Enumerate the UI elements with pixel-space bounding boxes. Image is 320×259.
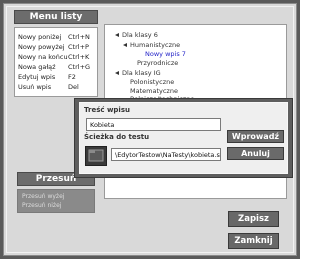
menu-item-shortcut: Ctrl+G (68, 63, 91, 71)
test-path-input[interactable]: \EdytorTestow\NaTesty\kobieta.skt (111, 148, 221, 161)
menu-item-label: Nowy poniżej (18, 33, 62, 41)
menu-item-new-at-end[interactable]: Nowy na końcu Ctrl+K (18, 52, 96, 62)
cancel-button[interactable]: Anuluj (227, 147, 284, 160)
move-down-item[interactable]: Przesuń niżej (22, 202, 61, 209)
menu-item-shortcut: Ctrl+N (68, 33, 90, 41)
menu-item-label: Nowa gałąź (18, 63, 56, 71)
menu-list-panel: Nowy poniżej Ctrl+N Nowy powyżej Ctrl+P … (14, 27, 98, 97)
entry-dialog: Treść wpisu Kobieta Ścieżka do testu \Ed… (74, 98, 293, 178)
menu-item-edit[interactable]: Edytuj wpis F2 (18, 72, 96, 82)
menu-item-delete[interactable]: Usuń wpis Del (18, 82, 96, 92)
menu-item-shortcut: Ctrl+P (68, 43, 89, 51)
menu-item-new-branch[interactable]: Nowa gałąź Ctrl+G (18, 62, 96, 72)
expand-triangle-icon[interactable] (115, 33, 119, 37)
tree-item-selected[interactable]: Nowy wpis 7 (145, 50, 186, 58)
move-panel: Przesuń wyżej Przesuń niżej (17, 189, 95, 213)
menu-item-label: Nowy powyżej (18, 43, 65, 51)
save-button[interactable]: Zapisz (228, 211, 279, 227)
folder-icon-graphic (88, 149, 104, 162)
menu-item-shortcut: Del (68, 83, 79, 91)
entry-text-label: Treść wpisu (84, 106, 130, 114)
tree-item-label: Dla klasy IG (122, 69, 161, 77)
tree-item[interactable]: Humanistyczne (123, 41, 180, 49)
tree-item-label: Humanistyczne (130, 41, 181, 49)
test-path-label: Ścieżka do testu (84, 133, 150, 141)
tree-item[interactable]: Matematyczne (130, 87, 178, 95)
tree-item[interactable]: Dla klasy IG (115, 69, 161, 77)
menu-item-label: Usuń wpis (18, 83, 52, 91)
move-up-item[interactable]: Przesuń wyżej (22, 193, 64, 200)
entry-text-input[interactable]: Kobieta (86, 118, 221, 131)
entry-dialog-body: Treść wpisu Kobieta Ścieżka do testu \Ed… (79, 102, 288, 174)
folder-icon[interactable] (85, 146, 107, 166)
close-button[interactable]: Zamknij (228, 233, 279, 249)
menu-item-shortcut: F2 (68, 73, 76, 81)
tree-item[interactable]: Dla klasy 6 (115, 31, 158, 39)
menu-item-label: Nowy na końcu (18, 53, 68, 61)
tree-item[interactable]: Przyrodnicze (137, 59, 178, 67)
window: Menu listy Nowy poniżej Ctrl+N Nowy powy… (0, 0, 300, 259)
menu-item-label: Edytuj wpis (18, 73, 56, 81)
tree-item-label: Dla klasy 6 (122, 31, 158, 39)
menu-item-new-above[interactable]: Nowy powyżej Ctrl+P (18, 42, 96, 52)
menu-list-title: Menu listy (14, 10, 98, 24)
expand-triangle-icon[interactable] (123, 43, 127, 47)
tree-item[interactable]: Polonistyczne (130, 78, 174, 86)
menu-item-new-below[interactable]: Nowy poniżej Ctrl+N (18, 32, 96, 42)
menu-item-shortcut: Ctrl+K (68, 53, 90, 61)
insert-button[interactable]: Wprowadź (227, 130, 284, 143)
expand-triangle-icon[interactable] (115, 71, 119, 75)
